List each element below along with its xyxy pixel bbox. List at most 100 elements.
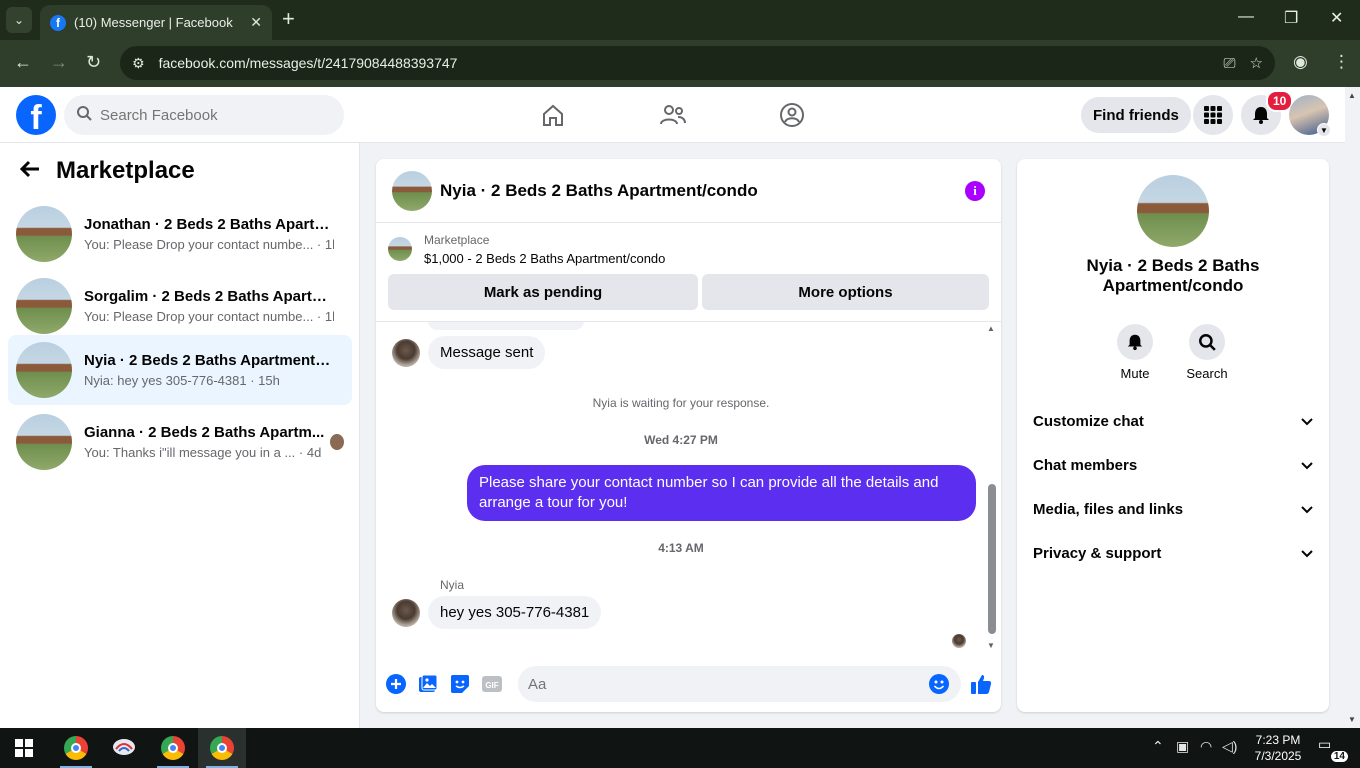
conversation-item[interactable]: Gianna · 2 Beds 2 Baths Apartm... You: T…: [8, 407, 352, 477]
search-box[interactable]: [64, 95, 344, 135]
timestamp: 4:13 AM: [658, 541, 704, 555]
chrome-taskbar-icon-active[interactable]: [198, 728, 246, 768]
incoming-message-row: Message sent: [392, 336, 546, 369]
menu-grid-icon[interactable]: [1193, 95, 1233, 135]
system-clock[interactable]: 7:23 PM 7/3/2025: [1248, 732, 1308, 764]
tab-close-icon[interactable]: ✕: [250, 14, 262, 31]
conversation-item[interactable]: Sorgalim · 2 Beds 2 Baths Apartme... You…: [8, 271, 352, 341]
account-avatar[interactable]: ▼: [1289, 95, 1331, 137]
section-label: Privacy & support: [1033, 544, 1162, 562]
message-list: Message sent Nyia is waiting for your re…: [376, 321, 1001, 651]
reload-icon[interactable]: ↻: [86, 52, 101, 73]
conversation-item-active[interactable]: Nyia · 2 Beds 2 Baths Apartment/c... Nyi…: [8, 335, 352, 405]
volume-icon[interactable]: ◁): [1222, 738, 1237, 755]
listing-label: Marketplace: [424, 233, 490, 247]
back-arrow-icon[interactable]: [19, 158, 40, 184]
chevron-down-icon: [1301, 413, 1313, 430]
listing-price[interactable]: $1,000 - 2 Beds 2 Baths Apartment/condo: [424, 251, 665, 266]
profile-icon[interactable]: ◉: [1293, 52, 1308, 72]
window-close-icon[interactable]: ✕: [1330, 8, 1343, 28]
scroll-down-icon[interactable]: ▼: [1348, 715, 1356, 724]
minimize-icon[interactable]: —: [1238, 8, 1254, 26]
conversation-name: Sorgalim · 2 Beds 2 Baths Apartme...: [84, 288, 334, 305]
app-taskbar-icon[interactable]: [100, 728, 148, 768]
chevron-down-icon: ▼: [1317, 123, 1331, 137]
mark-pending-button[interactable]: Mark as pending: [388, 274, 698, 310]
meet-now-icon[interactable]: ▣: [1176, 738, 1189, 755]
chat-members-section[interactable]: Chat members: [1033, 443, 1313, 487]
notification-count: 14: [1330, 751, 1348, 762]
listing-mini-thumbnail[interactable]: [388, 237, 412, 261]
search-label: Search: [1186, 366, 1228, 381]
incoming-message[interactable]: Message sent: [428, 336, 546, 369]
incoming-message[interactable]: hey yes 305-776-4381: [428, 596, 602, 629]
scrollbar-thumb[interactable]: [988, 484, 996, 634]
more-options-button[interactable]: More options: [702, 274, 989, 310]
outgoing-message[interactable]: Please share your contact number so I ca…: [467, 465, 976, 521]
scroll-down-icon[interactable]: ▼: [987, 641, 995, 650]
add-plus-icon[interactable]: [384, 672, 408, 696]
clock-time: 7:23 PM: [1255, 733, 1301, 747]
address-bar[interactable]: ⚙ facebook.com/messages/t/24179084488393…: [120, 46, 1275, 80]
conversation-info-panel: Nyia · 2 Beds 2 Baths Apartment/condo Mu…: [1017, 159, 1329, 712]
bell-icon[interactable]: [1117, 324, 1153, 360]
facebook-logo[interactable]: f: [16, 95, 56, 135]
browser-tab[interactable]: f (10) Messenger | Facebook ✕: [40, 5, 272, 40]
page-scrollbar[interactable]: ▲ ▼: [1345, 87, 1360, 728]
chat-title[interactable]: Nyia · 2 Beds 2 Baths Apartment/condo: [440, 181, 957, 201]
search-chat-button[interactable]: Search: [1177, 324, 1237, 381]
home-nav-icon[interactable]: [536, 99, 570, 131]
back-icon[interactable]: ←: [14, 52, 32, 73]
facebook-favicon-icon: f: [50, 14, 66, 31]
action-center-icon[interactable]: ▭ 14: [1318, 736, 1348, 762]
url-text[interactable]: facebook.com/messages/t/2417908448839374…: [159, 55, 1210, 71]
windows-start-icon[interactable]: [0, 728, 48, 768]
browser-menu-icon[interactable]: ⋮: [1333, 52, 1350, 72]
emoji-icon[interactable]: [927, 672, 951, 696]
message-scrollbar[interactable]: ▲ ▼: [986, 322, 998, 651]
scroll-up-icon[interactable]: ▲: [1348, 91, 1356, 100]
info-listing-thumbnail[interactable]: [1137, 175, 1209, 247]
install-app-icon[interactable]: ⎚: [1224, 55, 1236, 72]
info-icon[interactable]: i: [965, 180, 985, 201]
customize-chat-section[interactable]: Customize chat: [1033, 399, 1313, 443]
mute-button[interactable]: Mute: [1105, 324, 1165, 381]
sender-name: Nyia: [440, 578, 465, 592]
message-input[interactable]: [528, 675, 927, 693]
wifi-icon[interactable]: ◠: [1200, 738, 1212, 755]
photo-icon[interactable]: [416, 672, 440, 696]
conversation-preview: You: Thanks i"ill message you in a ... ·…: [84, 445, 322, 460]
groups-nav-icon[interactable]: [775, 99, 809, 131]
conversation-item[interactable]: Jonathan · 2 Beds 2 Baths Apartm... You:…: [8, 199, 352, 269]
thumbs-up-icon[interactable]: [969, 672, 993, 696]
privacy-support-section[interactable]: Privacy & support: [1033, 531, 1313, 575]
tray-chevron-up-icon[interactable]: ⌃: [1152, 738, 1164, 755]
bookmark-star-icon[interactable]: ☆: [1250, 54, 1263, 72]
chat-listing-thumbnail[interactable]: [392, 170, 432, 211]
new-tab-icon[interactable]: +: [282, 8, 295, 30]
browser-tab-bar: ⌄ f (10) Messenger | Facebook ✕ + — ❐ ✕: [0, 0, 1360, 40]
tab-search-menu-icon[interactable]: ⌄: [6, 7, 32, 33]
conversation-preview: Nyia: hey yes 305-776-4381 · 15h: [84, 373, 280, 388]
section-label: Chat members: [1033, 456, 1138, 474]
forward-icon[interactable]: →: [50, 52, 68, 73]
message-input-box[interactable]: [518, 666, 961, 702]
sticker-icon[interactable]: [448, 672, 472, 696]
search-input[interactable]: [100, 106, 320, 124]
tab-title: (10) Messenger | Facebook: [74, 15, 233, 30]
friends-nav-icon[interactable]: [656, 99, 690, 131]
search-icon[interactable]: [1189, 324, 1225, 360]
maximize-icon[interactable]: ❐: [1284, 8, 1298, 28]
section-label: Customize chat: [1033, 412, 1144, 430]
gif-label: GIF: [485, 681, 498, 690]
gif-icon[interactable]: GIF: [480, 672, 504, 696]
media-files-links-section[interactable]: Media, files and links: [1033, 487, 1313, 531]
sidebar-title: Marketplace: [56, 157, 195, 184]
sidebar-header: Marketplace: [19, 157, 195, 185]
scroll-up-icon[interactable]: ▲: [987, 324, 995, 333]
site-info-icon[interactable]: ⚙: [132, 55, 145, 72]
chrome-taskbar-icon[interactable]: [52, 728, 100, 768]
find-friends-button[interactable]: Find friends: [1081, 97, 1191, 133]
chevron-down-icon: [1301, 501, 1313, 518]
chrome-taskbar-icon[interactable]: [149, 728, 197, 768]
